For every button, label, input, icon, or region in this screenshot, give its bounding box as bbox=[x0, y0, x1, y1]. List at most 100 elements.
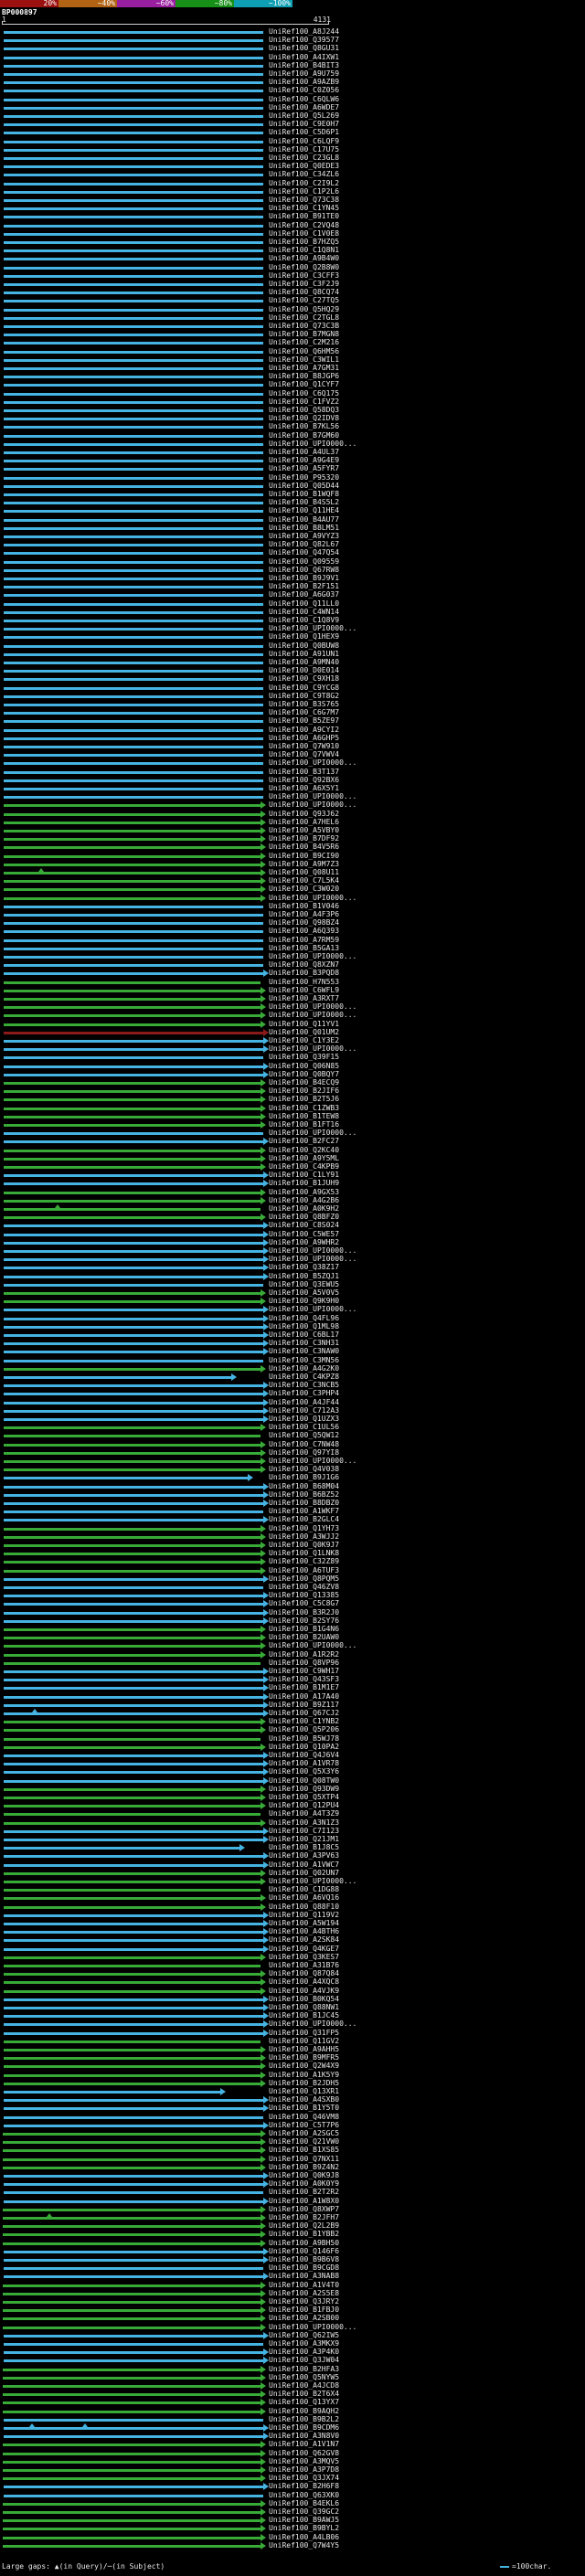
alignment-line[interactable] bbox=[3, 2519, 261, 2522]
alignment-line[interactable] bbox=[4, 2107, 263, 2110]
alignment-line[interactable] bbox=[3, 2217, 261, 2220]
alignment-line[interactable] bbox=[3, 2461, 261, 2464]
alignment-line[interactable] bbox=[3, 2233, 261, 2236]
alignment-line[interactable] bbox=[4, 1704, 263, 1707]
alignment-line[interactable] bbox=[3, 2149, 261, 2152]
alignment-line[interactable] bbox=[4, 737, 263, 740]
alignment-line[interactable] bbox=[4, 376, 263, 378]
alignment-line[interactable] bbox=[4, 1931, 263, 1934]
alignment-line[interactable] bbox=[4, 1292, 261, 1295]
alignment-line[interactable] bbox=[4, 2183, 263, 2186]
alignment-line[interactable] bbox=[4, 1847, 239, 1850]
alignment-line[interactable] bbox=[4, 207, 263, 210]
alignment-line[interactable] bbox=[4, 813, 261, 816]
alignment-line[interactable] bbox=[4, 1393, 263, 1395]
alignment-line[interactable] bbox=[4, 435, 263, 438]
alignment-line[interactable] bbox=[4, 241, 263, 244]
alignment-line[interactable] bbox=[4, 1637, 261, 1639]
alignment-line[interactable] bbox=[4, 1082, 261, 1085]
alignment-line[interactable] bbox=[4, 906, 263, 908]
alignment-line[interactable] bbox=[3, 2327, 261, 2329]
alignment-line[interactable] bbox=[4, 1973, 261, 1976]
alignment-line[interactable] bbox=[4, 1334, 263, 1337]
alignment-line[interactable] bbox=[4, 1620, 263, 1623]
alignment-line[interactable] bbox=[4, 409, 263, 412]
alignment-line[interactable] bbox=[3, 2167, 261, 2169]
alignment-line[interactable] bbox=[4, 1468, 261, 1471]
alignment-line[interactable] bbox=[4, 418, 263, 420]
alignment-line[interactable] bbox=[4, 183, 263, 186]
alignment-line[interactable] bbox=[4, 922, 263, 925]
alignment-line[interactable] bbox=[4, 822, 261, 824]
alignment-line[interactable] bbox=[4, 258, 263, 260]
alignment-line[interactable] bbox=[4, 754, 263, 757]
alignment-line[interactable] bbox=[4, 1738, 261, 1741]
alignment-line[interactable] bbox=[4, 1670, 263, 1673]
alignment-line[interactable] bbox=[4, 2015, 263, 2018]
alignment-line[interactable] bbox=[4, 1965, 261, 1967]
alignment-line[interactable] bbox=[4, 1939, 263, 1942]
alignment-line[interactable] bbox=[4, 317, 263, 320]
alignment-line[interactable] bbox=[4, 359, 263, 362]
alignment-line[interactable] bbox=[4, 334, 263, 336]
alignment-line[interactable] bbox=[4, 132, 263, 134]
alignment-line[interactable] bbox=[4, 1544, 261, 1547]
alignment-line[interactable] bbox=[4, 1124, 261, 1127]
alignment-line[interactable] bbox=[4, 2259, 263, 2262]
alignment-line[interactable] bbox=[4, 2099, 263, 2102]
alignment-line[interactable] bbox=[4, 510, 263, 513]
alignment-line[interactable] bbox=[4, 1990, 261, 1993]
alignment-line[interactable] bbox=[4, 393, 263, 396]
alignment-line[interactable] bbox=[4, 325, 263, 328]
alignment-line[interactable] bbox=[4, 2200, 263, 2203]
alignment-line[interactable] bbox=[4, 1956, 261, 1959]
alignment-line[interactable] bbox=[4, 1242, 263, 1245]
alignment-line[interactable] bbox=[4, 1788, 261, 1791]
alignment-line[interactable] bbox=[4, 578, 263, 580]
alignment-line[interactable] bbox=[4, 1410, 263, 1413]
alignment-line[interactable] bbox=[4, 1182, 263, 1185]
alignment-line[interactable] bbox=[4, 1881, 261, 1883]
alignment-line[interactable] bbox=[4, 796, 263, 799]
alignment-line[interactable] bbox=[4, 2057, 261, 2060]
alignment-line[interactable] bbox=[3, 2133, 261, 2136]
alignment-line[interactable] bbox=[3, 2317, 261, 2320]
alignment-line[interactable] bbox=[4, 73, 263, 76]
alignment-line[interactable] bbox=[4, 746, 263, 748]
alignment-line[interactable] bbox=[4, 1771, 263, 1774]
alignment-line[interactable] bbox=[4, 990, 261, 992]
alignment-line[interactable] bbox=[3, 2503, 261, 2506]
alignment-line[interactable] bbox=[3, 2225, 261, 2228]
alignment-line[interactable] bbox=[4, 1948, 263, 1951]
alignment-line[interactable] bbox=[4, 1872, 261, 1875]
alignment-line[interactable] bbox=[4, 1687, 263, 1690]
alignment-line[interactable] bbox=[4, 477, 263, 480]
alignment-line[interactable] bbox=[4, 998, 261, 1001]
alignment-line[interactable] bbox=[4, 81, 263, 84]
alignment-line[interactable] bbox=[4, 569, 263, 572]
alignment-line[interactable] bbox=[4, 1351, 263, 1353]
alignment-line[interactable] bbox=[4, 956, 263, 959]
alignment-line[interactable] bbox=[4, 628, 263, 631]
alignment-line[interactable] bbox=[4, 645, 263, 648]
alignment-line[interactable] bbox=[4, 972, 263, 975]
alignment-line[interactable] bbox=[4, 1923, 263, 1925]
alignment-line[interactable] bbox=[4, 1553, 261, 1555]
alignment-line[interactable] bbox=[4, 1797, 261, 1799]
alignment-line[interactable] bbox=[4, 1528, 261, 1531]
alignment-line[interactable] bbox=[4, 1250, 263, 1253]
alignment-line[interactable] bbox=[4, 1864, 263, 1867]
alignment-line[interactable] bbox=[4, 309, 263, 312]
alignment-line[interactable] bbox=[4, 2351, 263, 2354]
alignment-line[interactable] bbox=[4, 1158, 261, 1161]
alignment-line[interactable] bbox=[4, 930, 263, 933]
alignment-line[interactable] bbox=[4, 342, 263, 345]
alignment-line[interactable] bbox=[4, 594, 263, 597]
alignment-line[interactable] bbox=[4, 39, 263, 42]
alignment-line[interactable] bbox=[4, 460, 263, 462]
alignment-line[interactable] bbox=[4, 451, 263, 454]
alignment-line[interactable] bbox=[4, 1376, 231, 1379]
alignment-line[interactable] bbox=[4, 1140, 263, 1143]
alignment-line[interactable] bbox=[4, 1906, 261, 1909]
alignment-line[interactable] bbox=[4, 1460, 261, 1463]
